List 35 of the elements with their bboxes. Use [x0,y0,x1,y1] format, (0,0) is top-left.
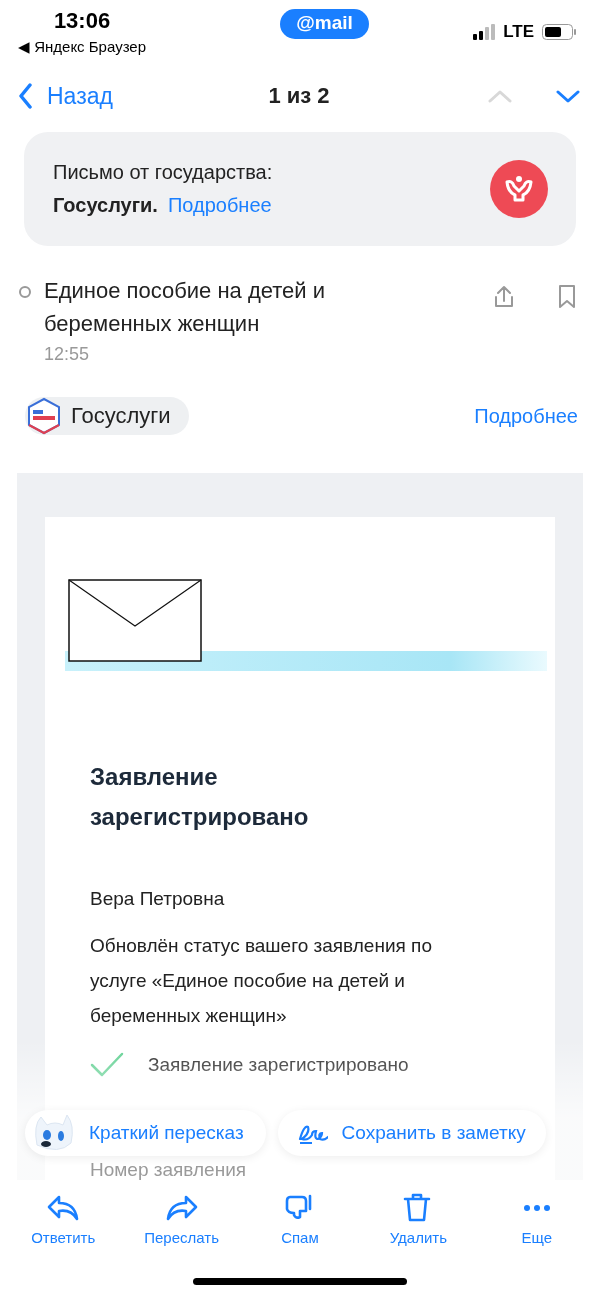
reply-icon [47,1193,80,1223]
forward-button[interactable]: Переслать [123,1190,240,1246]
greeting: Вера Петровна [90,887,226,911]
details-link[interactable]: Подробнее [167,194,272,216]
sender-name: Госуслуги. [53,194,158,216]
signal-icon [473,24,496,40]
sender-chip[interactable]: Госуслуги [25,397,189,435]
letter-title: Заявление зарегистрировано [90,762,310,832]
battery-icon [542,24,576,40]
share-icon[interactable] [492,284,516,308]
chevron-left-icon [18,83,33,109]
summary-button[interactable]: Краткий пересказ [25,1110,266,1156]
checklist-item: Заявление зарегистрировано [148,1054,409,1076]
reply-button[interactable]: Ответить [5,1190,122,1246]
back-to-app-link[interactable]: ◀ Яндекс Браузер [18,38,147,56]
delete-button[interactable]: Удалить [360,1190,477,1246]
envelope-icon [68,579,202,662]
bookmark-icon[interactable] [556,284,578,309]
field-label: Номер заявления [90,1160,247,1180]
save-note-button[interactable]: Сохранить в заметку [277,1110,546,1156]
back-button[interactable]: Назад [18,82,218,110]
spam-button[interactable]: Спам [241,1190,358,1246]
clock-time: 13:06 [53,8,111,34]
banner-text: Письмо от государства: [53,160,273,185]
network-type: LTE [503,22,534,42]
message-time: 12:55 [44,344,91,365]
app-badge: @mail [280,9,369,39]
message-counter: 1 из 2 [267,83,331,109]
more-icon [523,1205,550,1211]
forward-icon [165,1193,198,1223]
more-button[interactable]: Еще [478,1190,595,1246]
message-subject: Единое пособие на детей и беременных женщин [44,277,326,338]
status-text: Обновлён статус вашего заявления по услуге «Единое пособие на детей и беременных женщин» [90,934,433,1028]
chevron-down-icon[interactable] [556,88,580,104]
details-link[interactable]: Подробнее [474,404,578,428]
